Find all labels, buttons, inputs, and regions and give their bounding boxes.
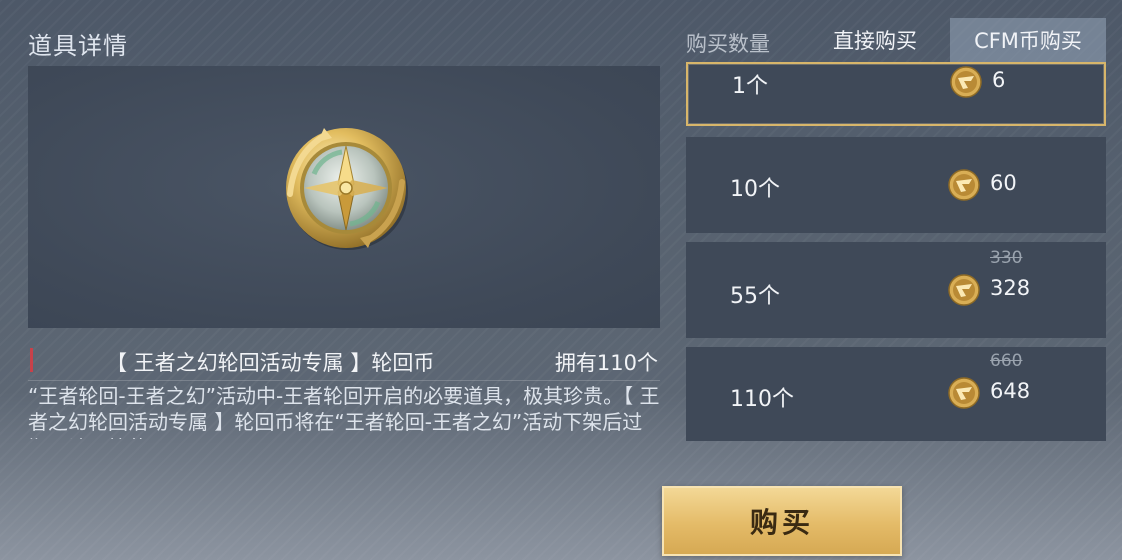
option-quantity: 1个 <box>732 74 768 99</box>
option-price: 648 <box>990 379 1031 403</box>
purchase-tabs: 购买数量 直接购买 CFM币购买 <box>684 18 1106 64</box>
item-name-row: 【 王者之幻轮回活动专属 】轮回币 拥有110个 <box>28 344 660 378</box>
buy-button-label: 购买 <box>749 506 814 539</box>
cfm-coin-icon <box>948 274 980 306</box>
item-description[interactable]: “王者轮回-王者之幻”活动中-王者轮回开启的必要道具，极其珍贵。【 王者之幻轮回… <box>28 383 668 439</box>
option-quantity: 110个 <box>730 387 794 412</box>
panel-title: 道具详情 <box>28 32 128 60</box>
option-3[interactable]: 55个 330 328 <box>686 242 1106 338</box>
divider <box>28 380 660 381</box>
option-original-price: 660 <box>990 351 1023 371</box>
option-price: 6 <box>992 68 1006 92</box>
cfm-coin-icon <box>948 377 980 409</box>
cfm-coin-icon <box>948 169 980 201</box>
tab-direct-purchase[interactable]: 直接购买 <box>801 18 949 62</box>
name-marker <box>30 348 33 372</box>
compass-coin-icon <box>284 124 412 252</box>
owned-count: 拥有110个 <box>554 351 658 375</box>
buy-button[interactable]: 购买 <box>662 486 902 556</box>
cfm-coin-icon <box>950 66 982 98</box>
option-2[interactable]: 10个 60 <box>686 137 1106 233</box>
tab-cfm-purchase[interactable]: CFM币购买 <box>950 18 1106 62</box>
quantity-label: 购买数量 <box>686 32 770 56</box>
option-4[interactable]: 110个 660 648 <box>686 347 1106 441</box>
option-quantity: 10个 <box>730 177 780 202</box>
option-quantity: 55个 <box>730 284 780 309</box>
option-1[interactable]: 1个 6 <box>686 62 1106 126</box>
option-price: 328 <box>990 276 1031 300</box>
item-name: 【 王者之幻轮回活动专属 】轮回币 <box>106 351 435 375</box>
option-price: 60 <box>990 171 1017 195</box>
option-original-price: 330 <box>990 248 1023 268</box>
